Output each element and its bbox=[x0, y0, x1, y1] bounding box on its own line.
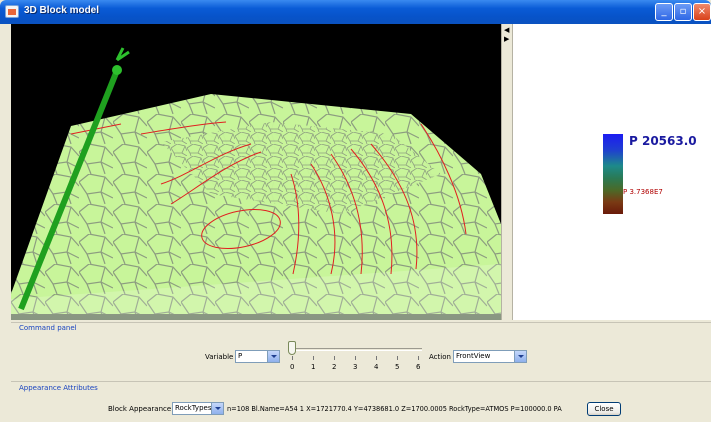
slider-tick bbox=[313, 356, 314, 360]
appearance-panel-title: Appearance Attributes bbox=[19, 384, 98, 392]
block-appearance-value: RockTypes bbox=[175, 404, 212, 412]
block-model-canvas bbox=[11, 47, 501, 320]
3d-block-model-viewport[interactable] bbox=[11, 24, 501, 320]
variable-label: Variable bbox=[205, 353, 234, 361]
color-scale-bar bbox=[603, 134, 623, 214]
slider-tick bbox=[376, 356, 377, 360]
slider-tick bbox=[355, 356, 356, 360]
split-pane-divider[interactable]: ◀ ▶ bbox=[501, 24, 513, 320]
variable-select-value: P bbox=[238, 352, 243, 360]
action-select[interactable]: FrontView bbox=[453, 350, 527, 363]
collapse-right-icon[interactable]: ▶ bbox=[504, 36, 509, 43]
command-panel-title: Command panel bbox=[19, 324, 77, 332]
title-bar: 3D Block model _ ▫ × bbox=[0, 0, 711, 24]
slider-tick-label: 3 bbox=[353, 363, 358, 371]
app-icon bbox=[5, 5, 19, 18]
maximize-button[interactable]: ▫ bbox=[674, 3, 692, 21]
action-label: Action bbox=[429, 353, 451, 361]
command-panel: Command panel Variable P 0 1 2 3 4 5 6 A… bbox=[11, 322, 711, 378]
action-select-value: FrontView bbox=[456, 352, 491, 360]
slider-tick-label: 5 bbox=[395, 363, 400, 371]
slider-tick bbox=[334, 356, 335, 360]
legend-min-label: P 3.7368E7 bbox=[623, 188, 663, 196]
timestep-slider-thumb[interactable] bbox=[288, 341, 296, 355]
close-button[interactable]: Close bbox=[587, 402, 621, 416]
chevron-down-icon[interactable] bbox=[211, 403, 223, 414]
chevron-down-icon[interactable] bbox=[267, 351, 279, 362]
timestep-slider-track[interactable] bbox=[292, 348, 422, 351]
legend-max-label: P 20563.0 bbox=[629, 134, 697, 148]
slider-tick bbox=[292, 356, 293, 360]
chevron-down-icon[interactable] bbox=[514, 351, 526, 362]
close-window-button[interactable]: × bbox=[693, 3, 711, 21]
legend-panel: P 20563.0 P 3.7368E7 bbox=[513, 24, 711, 320]
variable-select[interactable]: P bbox=[235, 350, 280, 363]
collapse-left-icon[interactable]: ◀ bbox=[504, 27, 509, 34]
block-appearance-select[interactable]: RockTypes bbox=[172, 402, 224, 415]
axis-gizmo-icon bbox=[115, 47, 130, 62]
appearance-attributes-panel: Appearance Attributes Block Appearance R… bbox=[11, 381, 711, 422]
slider-tick-label: 4 bbox=[374, 363, 379, 371]
block-appearance-label: Block Appearance bbox=[108, 405, 172, 413]
axis-pivot bbox=[112, 65, 122, 75]
slider-tick-label: 2 bbox=[332, 363, 337, 371]
slider-tick bbox=[397, 356, 398, 360]
slider-tick-label: 6 bbox=[416, 363, 421, 371]
window-title: 3D Block model bbox=[24, 5, 100, 16]
block-info-text: n=108 Bl.Name=A54 1 X=1721770.4 Y=473868… bbox=[227, 405, 562, 413]
slider-tick-label: 0 bbox=[290, 363, 295, 371]
slider-tick-label: 1 bbox=[311, 363, 316, 371]
minimize-button[interactable]: _ bbox=[655, 3, 673, 21]
slider-tick bbox=[418, 356, 419, 360]
